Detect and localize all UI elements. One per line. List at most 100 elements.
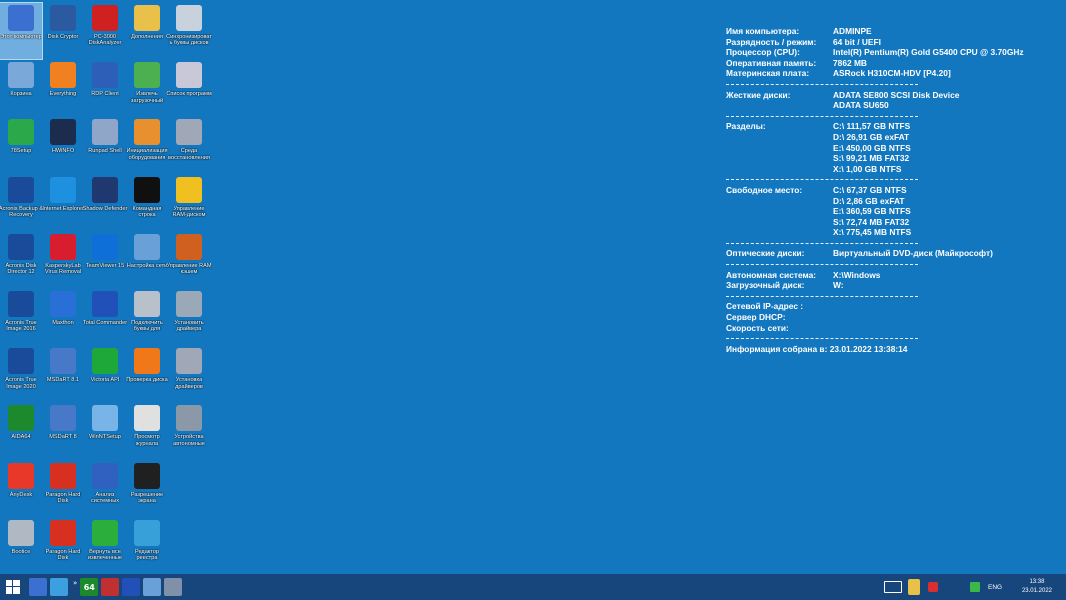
usb-icon[interactable] xyxy=(908,579,920,595)
desktop-shortcut[interactable]: Дополнения xyxy=(126,3,168,59)
desktop-shortcut[interactable]: Редактор реестра xyxy=(126,518,168,574)
optical-value: Виртуальный DVD-диск (Майкрософт) xyxy=(833,248,993,259)
desktop-shortcut[interactable]: Просмотр журнала xyxy=(126,403,168,459)
desktop-shortcut[interactable]: MSDaRT 8.1 xyxy=(42,346,84,402)
desktop-shortcut[interactable]: WinNTSetup xyxy=(84,403,126,459)
desktop-shortcut[interactable]: Корзина xyxy=(0,60,42,116)
system-info-panel: Имя компьютера: ADMINPE Разрядность / реж… xyxy=(726,26,1046,354)
clock[interactable]: 13:38 23.01.2022 xyxy=(1022,578,1052,596)
free-space-label: Свободное место: xyxy=(726,184,803,195)
desktop-shortcut[interactable]: Internet Explorer xyxy=(42,175,84,231)
shortcut-label: Синхронизировать буквы дисков xyxy=(166,34,212,47)
partitions-label: Разделы: xyxy=(726,121,766,132)
desktop-shortcut[interactable]: Управление RAM-диском xyxy=(168,175,210,231)
desktop-shortcut[interactable]: KasperskyLab Virus Removal xyxy=(42,232,84,288)
desktop-shortcut[interactable]: Подключить буквы для xyxy=(126,289,168,345)
desktop-shortcut[interactable]: Разрешение экрана xyxy=(126,461,168,517)
desktop-shortcut[interactable]: Анализ системных xyxy=(84,461,126,517)
desktop-shortcut[interactable]: Настройка сети xyxy=(126,232,168,288)
desktop-shortcut[interactable]: Bootice xyxy=(0,518,42,574)
desktop-shortcut[interactable]: Инициализация оборудования xyxy=(126,117,168,173)
shortcut-label: Дополнения xyxy=(131,34,163,40)
keyboard-icon[interactable] xyxy=(884,581,902,593)
aida64-icon[interactable]: 64 xyxy=(80,578,99,596)
desktop-shortcut[interactable]: Runpad Shell xyxy=(84,117,126,173)
acronis-backup-icon xyxy=(8,176,34,203)
language-indicator[interactable]: ENG xyxy=(988,584,1002,591)
shortcut-label: Disk Cryptor xyxy=(47,34,79,40)
desktop-shortcut[interactable]: Проверка диска xyxy=(126,346,168,402)
hdd-tool-icon[interactable] xyxy=(101,578,120,596)
boot-disk-label: Загрузочный диск: xyxy=(726,280,805,291)
desktop-shortcut[interactable]: Everything xyxy=(42,60,84,116)
desktop-shortcut[interactable]: Acronis True Image 2020 xyxy=(0,346,42,402)
disk-item: ADATA SU650 xyxy=(833,100,889,111)
desktop-shortcut[interactable]: Устройства автономные xyxy=(168,403,210,459)
desktop-shortcut[interactable]: Извлечь загрузочный xyxy=(126,60,168,116)
shortcut-label: Редактор реестра xyxy=(134,548,160,562)
desktop-shortcut[interactable]: Вернуть все извлеченные xyxy=(84,518,126,574)
desktop-shortcut[interactable]: RDP Client xyxy=(84,60,126,116)
explorer-icon[interactable] xyxy=(29,578,47,596)
desktop-shortcut[interactable]: Acronis Disk Director 12 xyxy=(0,232,42,288)
desktop-shortcut[interactable]: Управление RAM кэшем xyxy=(166,232,212,288)
computer-icon xyxy=(8,5,34,31)
desktop-shortcut[interactable]: PC-3000 DiskAnalyzer xyxy=(84,3,126,59)
dhcp-label: Сервер DHCP: xyxy=(726,312,786,323)
network-icon xyxy=(134,233,160,260)
free-space-item: C:\ 67,37 GB NTFS xyxy=(833,184,907,195)
desktop-shortcut[interactable]: Список программ xyxy=(166,60,212,116)
desktop-shortcut[interactable]: TeamViewer 15 xyxy=(84,232,126,288)
shortcut-label: MSDaRT 8.1 xyxy=(46,377,80,384)
desktop-shortcut[interactable]: Paragon Hard Disk xyxy=(42,518,84,574)
desktop-shortcut[interactable]: Среда восстановления xyxy=(168,117,210,173)
windows-start-icon[interactable] xyxy=(0,574,26,600)
network-icon[interactable] xyxy=(143,578,162,596)
ram-cache-icon xyxy=(176,233,202,260)
maxthon-icon xyxy=(50,291,76,317)
pc3000-icon xyxy=(92,5,118,31)
safely-remove-icon[interactable] xyxy=(928,582,938,592)
desktop-shortcut[interactable]: Victoria API xyxy=(84,346,126,402)
pinned-apps: » 64 xyxy=(26,578,183,596)
desktop-shortcut[interactable]: Этот компьютер xyxy=(0,2,43,60)
shortcut-label: Извлечь загрузочный xyxy=(130,91,164,104)
kaspersky-icon xyxy=(50,233,76,260)
taskbar: » 64 ENG 13:38 23.01.2022 xyxy=(0,574,1066,600)
save-icon[interactable] xyxy=(122,578,141,596)
desktop-shortcut[interactable]: AIDA64 xyxy=(0,403,42,459)
divider xyxy=(726,174,1046,185)
window-icon[interactable] xyxy=(164,578,183,596)
desktop-shortcut[interactable]: Disk Cryptor xyxy=(42,3,84,59)
desktop-shortcut[interactable]: Командная строка xyxy=(126,175,168,231)
desktop-shortcut[interactable]: Paragon Hard Disk xyxy=(42,461,84,517)
disks-values: ADATA SE800 SCSI Disk Device ADATA SU650 xyxy=(833,90,959,111)
computer-name-value: ADMINPE xyxy=(833,26,872,36)
free-space-item: E:\ 360,59 GB NTFS xyxy=(833,206,911,217)
teamviewer-icon xyxy=(92,233,118,260)
desktop-shortcut[interactable]: Синхронизировать буквы дисков xyxy=(166,3,212,59)
disk-item: ADATA SE800 SCSI Disk Device xyxy=(833,89,960,100)
paragon-icon xyxy=(50,462,76,489)
desktop-shortcut[interactable]: Acronis Backup & Recovery xyxy=(0,175,43,231)
desktop-shortcut[interactable]: Установить драйвера xyxy=(168,289,210,345)
desktop-shortcut[interactable]: AnyDesk xyxy=(0,461,42,517)
desktop-shortcut[interactable]: Установка драйверов xyxy=(168,346,210,402)
free-space-values: C:\ 67,37 GB NTFS D:\ 2,86 GB exFAT E:\ 36… xyxy=(833,185,911,238)
motherboard-label: Материнская плата: xyxy=(726,68,810,79)
desktop-shortcut[interactable]: HWiNFO xyxy=(42,117,84,173)
desktop-shortcut[interactable]: Maxthon xyxy=(42,289,84,345)
desktop-shortcut[interactable]: Shadow Defender xyxy=(83,175,127,231)
pen-tool-icon[interactable] xyxy=(50,578,68,596)
network-status-icon[interactable] xyxy=(970,582,980,592)
desktop-shortcut[interactable]: Total Commander xyxy=(83,289,127,345)
desktop-shortcut[interactable]: MSDaRT 8 xyxy=(42,403,84,459)
arch-label: Разрядность / режим: xyxy=(726,36,817,47)
shortcut-label: AnyDesk xyxy=(9,491,33,498)
desktop-shortcut[interactable]: 78Setup xyxy=(0,117,42,173)
desktop-shortcut[interactable]: Acronis True Image 2016 xyxy=(0,289,42,345)
acronis-ti-icon xyxy=(8,291,34,317)
overflow-chevron-icon[interactable]: » xyxy=(73,579,77,587)
shortcut-label: HWiNFO xyxy=(51,148,75,155)
optical-label: Оптические диски: xyxy=(726,248,805,259)
